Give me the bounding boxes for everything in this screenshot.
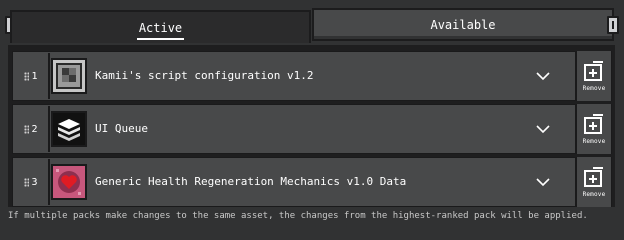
chevron-down-icon[interactable] — [535, 121, 551, 137]
pack-rank: 2 — [31, 123, 38, 135]
chevron-down-icon[interactable] — [535, 68, 551, 84]
remove-label: Remove — [582, 138, 606, 145]
tab-active-label: Active — [136, 20, 185, 40]
drag-handle[interactable]: 3 — [14, 159, 50, 205]
right-scroll-button[interactable] — [607, 16, 619, 34]
active-packs-panel: 1 Kamii's script configuration v1.2 Remo… — [8, 45, 615, 207]
remove-label: Remove — [582, 191, 606, 198]
chevron-down-icon[interactable] — [535, 174, 551, 190]
grip-icon — [24, 71, 30, 81]
tab-available[interactable]: Available — [312, 8, 614, 41]
remove-button[interactable]: Remove — [575, 104, 611, 154]
remove-button[interactable]: Remove — [575, 51, 611, 101]
remove-button[interactable]: Remove — [575, 157, 611, 207]
remove-pack-icon — [584, 61, 603, 81]
drag-handle[interactable]: 1 — [14, 53, 50, 99]
tab-available-label: Available — [430, 17, 496, 32]
drag-handle[interactable]: 2 — [14, 106, 50, 152]
grip-icon — [24, 177, 30, 187]
stack-layers-icon — [51, 111, 87, 147]
tab-active[interactable]: Active — [10, 10, 311, 43]
pack-tabs: Active Available — [0, 0, 624, 46]
pack-rank: 1 — [31, 70, 38, 82]
remove-pack-icon — [584, 114, 603, 134]
priority-note: If multiple packs make changes to the sa… — [8, 211, 588, 221]
pack-row[interactable]: 1 Kamii's script configuration v1.2 Remo… — [12, 51, 612, 101]
pack-rank: 3 — [31, 176, 38, 188]
pack-row[interactable]: 3 Generic Health Regeneration Mechanics … — [12, 157, 612, 207]
right-notch-icon — [612, 21, 614, 29]
config-grid-icon — [51, 58, 87, 94]
pack-name: UI Queue — [95, 122, 148, 135]
heart-pack-icon — [51, 164, 87, 200]
grip-icon — [24, 124, 30, 134]
pack-name: Kamii's script configuration v1.2 — [95, 69, 314, 82]
pack-row[interactable]: 2 UI Queue Remove — [12, 104, 612, 154]
pack-name: Generic Health Regeneration Mechanics v1… — [95, 175, 407, 188]
remove-label: Remove — [582, 85, 606, 92]
remove-pack-icon — [584, 167, 603, 187]
